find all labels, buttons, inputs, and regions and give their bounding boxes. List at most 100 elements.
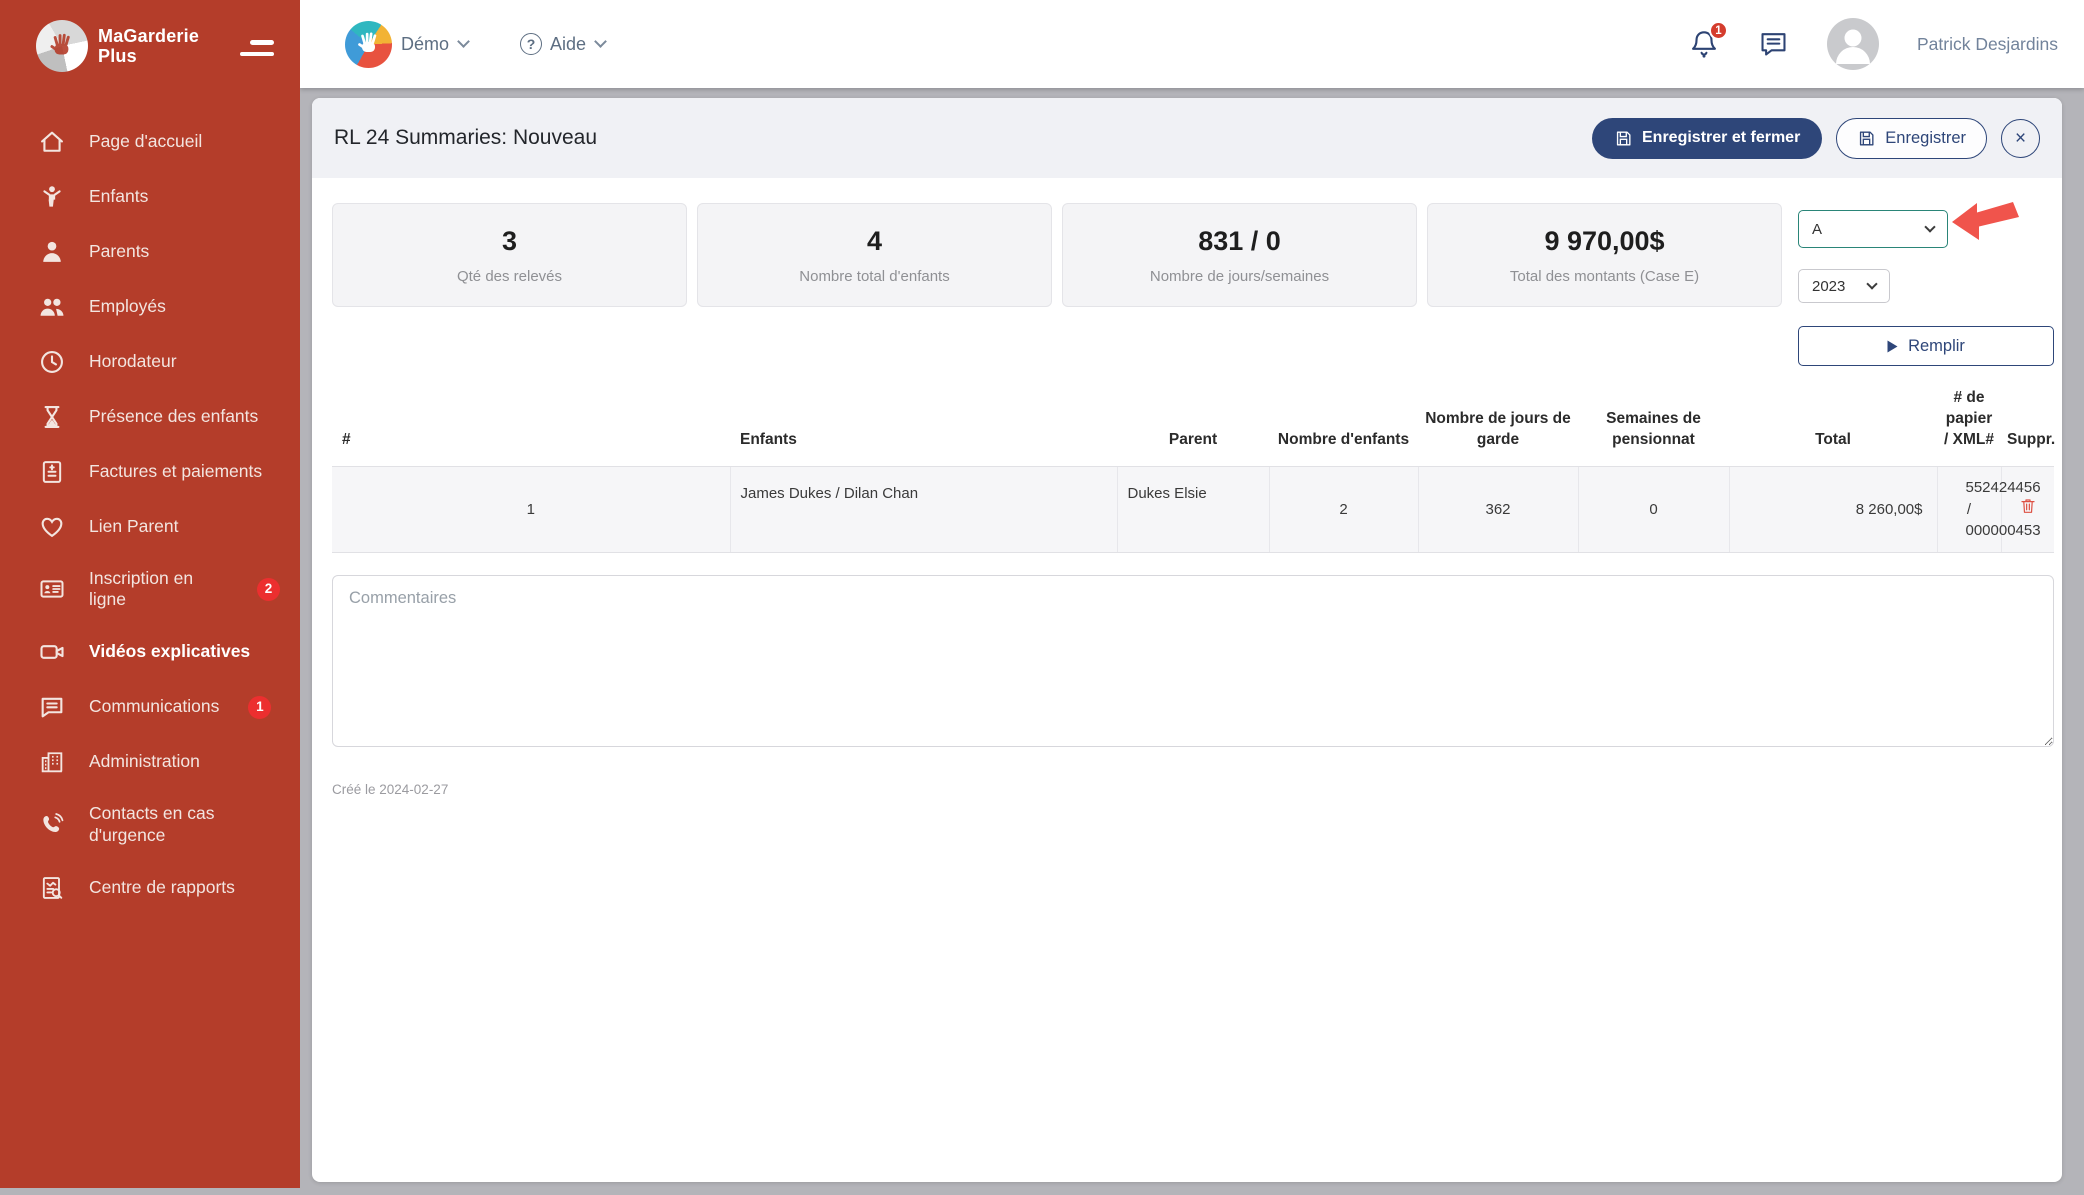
phone-icon	[38, 811, 66, 839]
stat-value: 4	[867, 226, 882, 257]
sidebar-header: MaGarderie Plus	[0, 0, 300, 90]
trash-icon	[2019, 496, 2037, 516]
top-header: Démo ? Aide 1 Pa	[300, 0, 2084, 88]
employees-icon	[38, 293, 66, 321]
org-logo-icon	[345, 21, 392, 68]
sidebar-nav: Page d'accueil Enfants Parents Employés	[0, 90, 300, 916]
sidebar-item[interactable]: Page d'accueil	[0, 114, 300, 169]
fill-button[interactable]: Remplir	[1798, 326, 2054, 366]
chevron-down-icon	[594, 35, 607, 48]
chat-icon	[1758, 29, 1789, 60]
cell-papier-xml: 552424456 / 000000453	[1937, 466, 2001, 552]
notification-count-badge: 1	[1709, 21, 1728, 40]
header-right: 1 Patrick Desjardins	[1688, 18, 2058, 70]
close-button[interactable]: ×	[2001, 119, 2040, 158]
org-dropdown[interactable]: Démo	[401, 34, 468, 55]
panel-content: 3 Qté des relevés 4 Nombre total d'enfan…	[312, 178, 2062, 797]
page-title: RL 24 Summaries: Nouveau	[334, 126, 597, 150]
stat-cards: 3 Qté des relevés 4 Nombre total d'enfan…	[332, 203, 1782, 307]
sidebar-item[interactable]: Communications 1	[0, 680, 300, 735]
sidebar-item[interactable]: Contacts en cas d'urgence	[0, 790, 300, 861]
video-icon	[38, 638, 66, 666]
table-header-row: #EnfantsParentNombre d'enfantsNombre de …	[332, 378, 2054, 466]
heart-icon	[38, 513, 66, 541]
cell-nb-enfants: 2	[1269, 466, 1418, 552]
stat-card: 831 / 0 Nombre de jours/semaines	[1062, 203, 1417, 307]
hourglass-icon	[38, 403, 66, 431]
cell-parent: Dukes Elsie	[1117, 466, 1269, 552]
sidebar-item[interactable]: Enfants	[0, 169, 300, 224]
sidebar-item[interactable]: Inscription en ligne 2	[0, 554, 300, 625]
save-icon	[1614, 129, 1633, 148]
notifications-button[interactable]: 1	[1688, 28, 1720, 60]
comments-textarea[interactable]	[332, 575, 2054, 747]
sidebar-item[interactable]: Vidéos explicatives	[0, 625, 300, 680]
cell-num: 1	[332, 466, 730, 552]
sidebar: MaGarderie Plus Page d'accueil Enfants P…	[0, 0, 300, 1188]
titlebar-actions: Enregistrer et fermer Enregistrer ×	[1592, 118, 2040, 159]
stat-label: Nombre de jours/semaines	[1150, 268, 1329, 285]
user-name[interactable]: Patrick Desjardins	[1917, 34, 2058, 55]
table-row[interactable]: 1 James Dukes / Dilan Chan Dukes Elsie 2…	[332, 466, 2054, 552]
sidebar-item[interactable]: Horodateur	[0, 334, 300, 389]
sidebar-badge: 1	[248, 696, 271, 719]
stat-card: 4 Nombre total d'enfants	[697, 203, 1052, 307]
save-button[interactable]: Enregistrer	[1836, 118, 1987, 159]
chevron-down-icon	[1866, 278, 1877, 289]
sidebar-item[interactable]: Lien Parent	[0, 499, 300, 554]
type-select-value: A	[1812, 221, 1822, 238]
summaries-table: #EnfantsParentNombre d'enfantsNombre de …	[332, 378, 2054, 553]
main-panel: RL 24 Summaries: Nouveau Enregistrer et …	[312, 98, 2062, 1182]
sidebar-item[interactable]: Présence des enfants	[0, 389, 300, 444]
report-icon	[38, 874, 66, 902]
sidebar-item[interactable]: Parents	[0, 224, 300, 279]
cell-enfants: James Dukes / Dilan Chan	[730, 466, 1117, 552]
sidebar-item[interactable]: Administration	[0, 735, 300, 790]
stat-card: 9 970,00$ Total des montants (Case E)	[1427, 203, 1782, 307]
side-controls: A 2023 Remplir	[1798, 203, 2054, 366]
panel-titlebar: RL 24 Summaries: Nouveau Enregistrer et …	[312, 98, 2062, 178]
stat-label: Qté des relevés	[457, 268, 562, 285]
menu-toggle-icon[interactable]	[240, 36, 274, 56]
stat-value: 831 / 0	[1198, 226, 1281, 257]
column-header: # de papier / XML#	[1937, 378, 2001, 466]
cell-total: 8 260,00$	[1729, 466, 1937, 552]
sidebar-badge: 2	[257, 578, 280, 601]
chevron-down-icon	[1924, 221, 1935, 232]
stats-row: 3 Qté des relevés 4 Nombre total d'enfan…	[332, 203, 2054, 366]
stat-value: 3	[502, 226, 517, 257]
year-select-value: 2023	[1812, 278, 1845, 295]
close-icon: ×	[2015, 129, 2026, 148]
stat-label: Nombre total d'enfants	[799, 268, 949, 285]
help-dropdown[interactable]: ? Aide	[520, 33, 605, 55]
app-name: MaGarderie Plus	[98, 26, 199, 66]
app-logo-icon	[36, 20, 88, 72]
idcard-icon	[38, 575, 66, 603]
created-date-text: Créé le 2024-02-27	[332, 782, 2054, 797]
parent-icon	[38, 238, 66, 266]
messages-button[interactable]	[1758, 29, 1789, 60]
column-header: Suppr.	[2001, 378, 2054, 466]
building-icon	[38, 748, 66, 776]
user-avatar[interactable]	[1827, 18, 1879, 70]
sidebar-item[interactable]: Factures et paiements	[0, 444, 300, 499]
clock-icon	[38, 348, 66, 376]
stat-label: Total des montants (Case E)	[1510, 268, 1699, 285]
type-select[interactable]: A	[1798, 210, 1948, 248]
year-select[interactable]: 2023	[1798, 269, 1890, 303]
save-and-close-button[interactable]: Enregistrer et fermer	[1592, 118, 1822, 159]
save-icon	[1857, 129, 1876, 148]
question-icon: ?	[520, 33, 542, 55]
play-icon	[1887, 340, 1898, 353]
home-icon	[38, 128, 66, 156]
chat-icon	[38, 693, 66, 721]
column-header: Nombre de jours de garde	[1418, 378, 1578, 466]
chevron-down-icon	[457, 35, 470, 48]
sidebar-item[interactable]: Centre de rapports	[0, 861, 300, 916]
child-icon	[38, 183, 66, 211]
column-header: Nombre d'enfants	[1269, 378, 1418, 466]
cell-nb-jours: 362	[1418, 466, 1578, 552]
delete-row-button[interactable]	[2019, 496, 2037, 516]
sidebar-item[interactable]: Employés	[0, 279, 300, 334]
column-header: Total	[1729, 378, 1937, 466]
